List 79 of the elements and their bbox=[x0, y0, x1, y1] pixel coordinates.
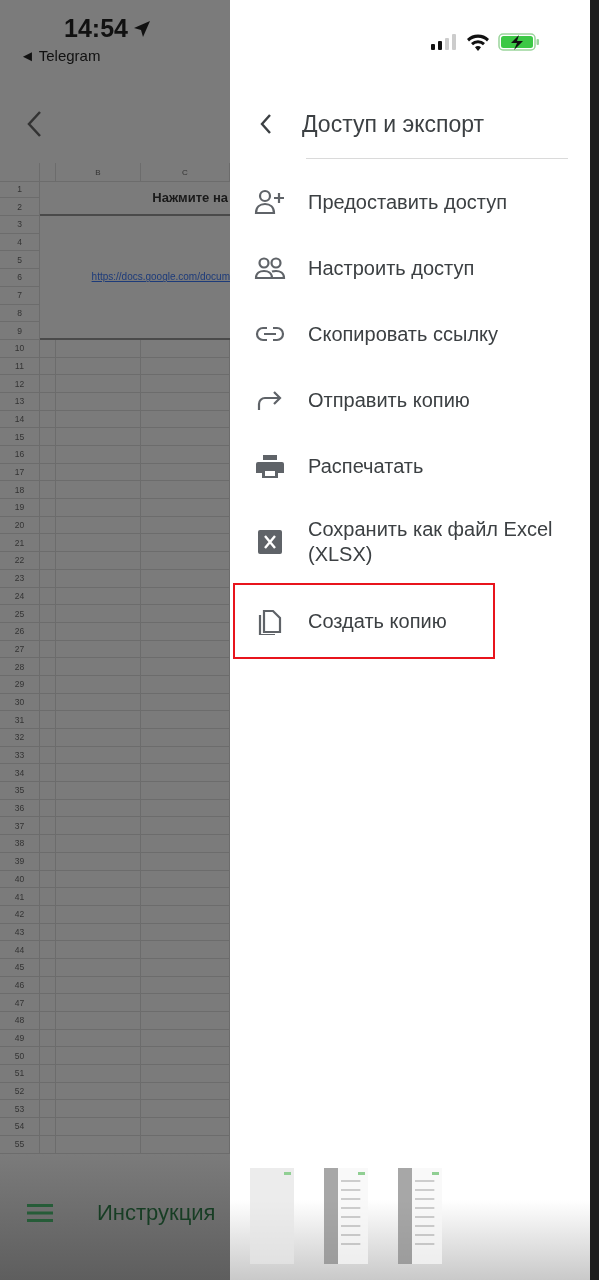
row-number[interactable]: 51 bbox=[0, 1065, 40, 1083]
row-number[interactable]: 20 bbox=[0, 516, 40, 535]
row-number[interactable]: 52 bbox=[0, 1082, 40, 1101]
row-number[interactable]: 45 bbox=[0, 958, 40, 977]
row-number[interactable]: 33 bbox=[0, 746, 40, 765]
row-number[interactable]: 44 bbox=[0, 941, 40, 959]
row-number[interactable]: 15 bbox=[0, 428, 40, 446]
row-number[interactable]: 28 bbox=[0, 658, 40, 676]
row-number[interactable]: 26 bbox=[0, 622, 40, 641]
row-number[interactable]: 23 bbox=[0, 569, 40, 588]
row-number[interactable]: 42 bbox=[0, 905, 40, 924]
row-number[interactable]: 18 bbox=[0, 481, 40, 500]
drawer-title: Доступ и экспорт bbox=[302, 110, 485, 138]
row-number[interactable]: 54 bbox=[0, 1118, 40, 1136]
menu-item[interactable]: Скопировать ссылку bbox=[230, 301, 590, 367]
sheet-tab[interactable]: Инструкция bbox=[97, 1199, 216, 1226]
row-number[interactable]: 41 bbox=[0, 888, 40, 906]
cell-text: Нажмите на bbox=[152, 189, 228, 205]
row-number[interactable]: 4 bbox=[0, 233, 40, 252]
menu-item[interactable]: Отправить копию bbox=[230, 367, 590, 433]
row-number[interactable]: 46 bbox=[0, 976, 40, 995]
table-cell[interactable] bbox=[40, 339, 56, 358]
row-number[interactable]: 1 bbox=[0, 180, 40, 199]
menu-item[interactable]: Сохранить как файл Excel (XLSX) bbox=[230, 499, 590, 579]
menu-item[interactable]: Распечатать bbox=[230, 433, 590, 499]
row-number[interactable]: 10 bbox=[0, 339, 40, 358]
row-number[interactable]: 39 bbox=[0, 852, 40, 871]
row-number[interactable]: 32 bbox=[0, 729, 40, 747]
menu-item[interactable]: Настроить доступ bbox=[230, 235, 590, 301]
row-number[interactable]: 19 bbox=[0, 499, 40, 517]
clock-time: 14:54 bbox=[64, 14, 128, 43]
menu-item[interactable]: Создать копию bbox=[233, 583, 495, 659]
back-icon[interactable] bbox=[260, 113, 272, 135]
battery-charging-icon bbox=[498, 33, 540, 51]
row-number[interactable]: 53 bbox=[0, 1100, 40, 1119]
row-number[interactable]: 40 bbox=[0, 870, 40, 889]
row-number[interactable]: 27 bbox=[0, 640, 40, 659]
row-number[interactable]: 7 bbox=[0, 286, 40, 305]
row-number[interactable]: 50 bbox=[0, 1047, 40, 1066]
row-number[interactable]: 49 bbox=[0, 1029, 40, 1048]
link[interactable]: https://docs.google.com/docum bbox=[91, 271, 230, 283]
row-number[interactable]: 9 bbox=[0, 322, 40, 340]
row-number[interactable]: 14 bbox=[0, 410, 40, 429]
row-number[interactable]: 6 bbox=[0, 269, 40, 287]
row-number[interactable]: 24 bbox=[0, 587, 40, 606]
row-number[interactable]: 16 bbox=[0, 446, 40, 464]
signal-icon bbox=[430, 34, 458, 50]
row-number[interactable]: 38 bbox=[0, 835, 40, 853]
row-number[interactable]: 2 bbox=[0, 198, 40, 217]
row-number[interactable]: 47 bbox=[0, 994, 40, 1012]
menu-item[interactable]: Предоставить доступ bbox=[230, 169, 590, 235]
row-number[interactable]: 29 bbox=[0, 675, 40, 694]
row-number[interactable]: 13 bbox=[0, 392, 40, 411]
row-number[interactable]: 37 bbox=[0, 817, 40, 836]
printer-icon bbox=[254, 452, 286, 480]
row-number[interactable]: 22 bbox=[0, 552, 40, 570]
back-to-app-link[interactable]: ◄ Telegram bbox=[20, 47, 101, 64]
row-number[interactable]: 21 bbox=[0, 534, 40, 553]
row-number[interactable]: 31 bbox=[0, 711, 40, 729]
row-number[interactable]: 25 bbox=[0, 605, 40, 623]
row-number[interactable]: 5 bbox=[0, 251, 40, 270]
person-add-icon bbox=[254, 188, 286, 216]
people-icon bbox=[254, 254, 286, 282]
column-header[interactable]: B bbox=[56, 163, 141, 182]
wifi-icon bbox=[466, 33, 490, 51]
row-number[interactable]: 11 bbox=[0, 357, 40, 376]
row-number[interactable]: 8 bbox=[0, 304, 40, 323]
row-number[interactable]: 48 bbox=[0, 1012, 40, 1030]
row-number[interactable]: 43 bbox=[0, 923, 40, 942]
row-number[interactable]: 55 bbox=[0, 1135, 40, 1154]
row-number[interactable]: 30 bbox=[0, 693, 40, 712]
row-number[interactable]: 17 bbox=[0, 463, 40, 482]
row-number[interactable]: 3 bbox=[0, 216, 40, 234]
row-number[interactable]: 34 bbox=[0, 764, 40, 783]
table-cell[interactable] bbox=[56, 339, 141, 358]
row-number[interactable]: 35 bbox=[0, 782, 40, 800]
menu-icon[interactable] bbox=[27, 1202, 53, 1223]
row-number[interactable]: 36 bbox=[0, 799, 40, 818]
row-number[interactable]: 12 bbox=[0, 375, 40, 393]
